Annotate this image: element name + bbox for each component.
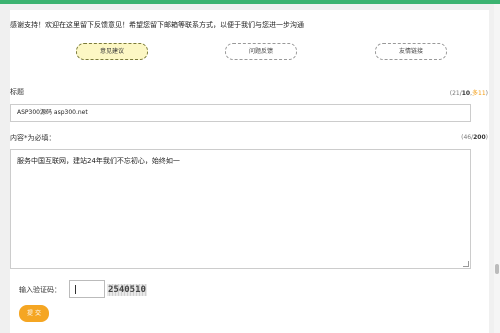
content-text: 服务中国互联网，建站24年我们不忘初心，始终如一 bbox=[17, 157, 180, 165]
type-link-button[interactable]: 友情链接 bbox=[375, 43, 447, 60]
content-label: 内容*为必填： bbox=[10, 134, 56, 142]
captcha-image[interactable]: 2540510 bbox=[107, 284, 147, 296]
type-issue-button[interactable]: 问题反馈 bbox=[225, 43, 297, 60]
title-counter: (21/10,多11) bbox=[449, 90, 488, 97]
type-suggestion-button[interactable]: 意见建议 bbox=[76, 43, 148, 60]
resize-handle[interactable] bbox=[463, 261, 469, 267]
captcha-label: 输入验证码： bbox=[19, 286, 61, 294]
top-accent-bar bbox=[0, 0, 500, 4]
scrollbar-track[interactable] bbox=[494, 4, 500, 333]
content-counter: (46/200) bbox=[461, 134, 488, 141]
captcha-input[interactable] bbox=[69, 280, 105, 298]
thanks-message: 感谢支持！欢迎在这里留下反馈意见！希望您留下邮箱等联系方式，以便于我们与您进一步… bbox=[10, 21, 304, 29]
submit-button[interactable]: 提 交 bbox=[19, 305, 49, 322]
content-textarea[interactable]: 服务中国互联网，建站24年我们不忘初心，始终如一 bbox=[10, 149, 471, 269]
title-label: 标题 bbox=[10, 88, 24, 96]
text-caret bbox=[75, 285, 76, 294]
title-input[interactable]: ASP300源码 asp300.net bbox=[10, 104, 471, 122]
scrollbar-thumb[interactable] bbox=[495, 264, 499, 274]
